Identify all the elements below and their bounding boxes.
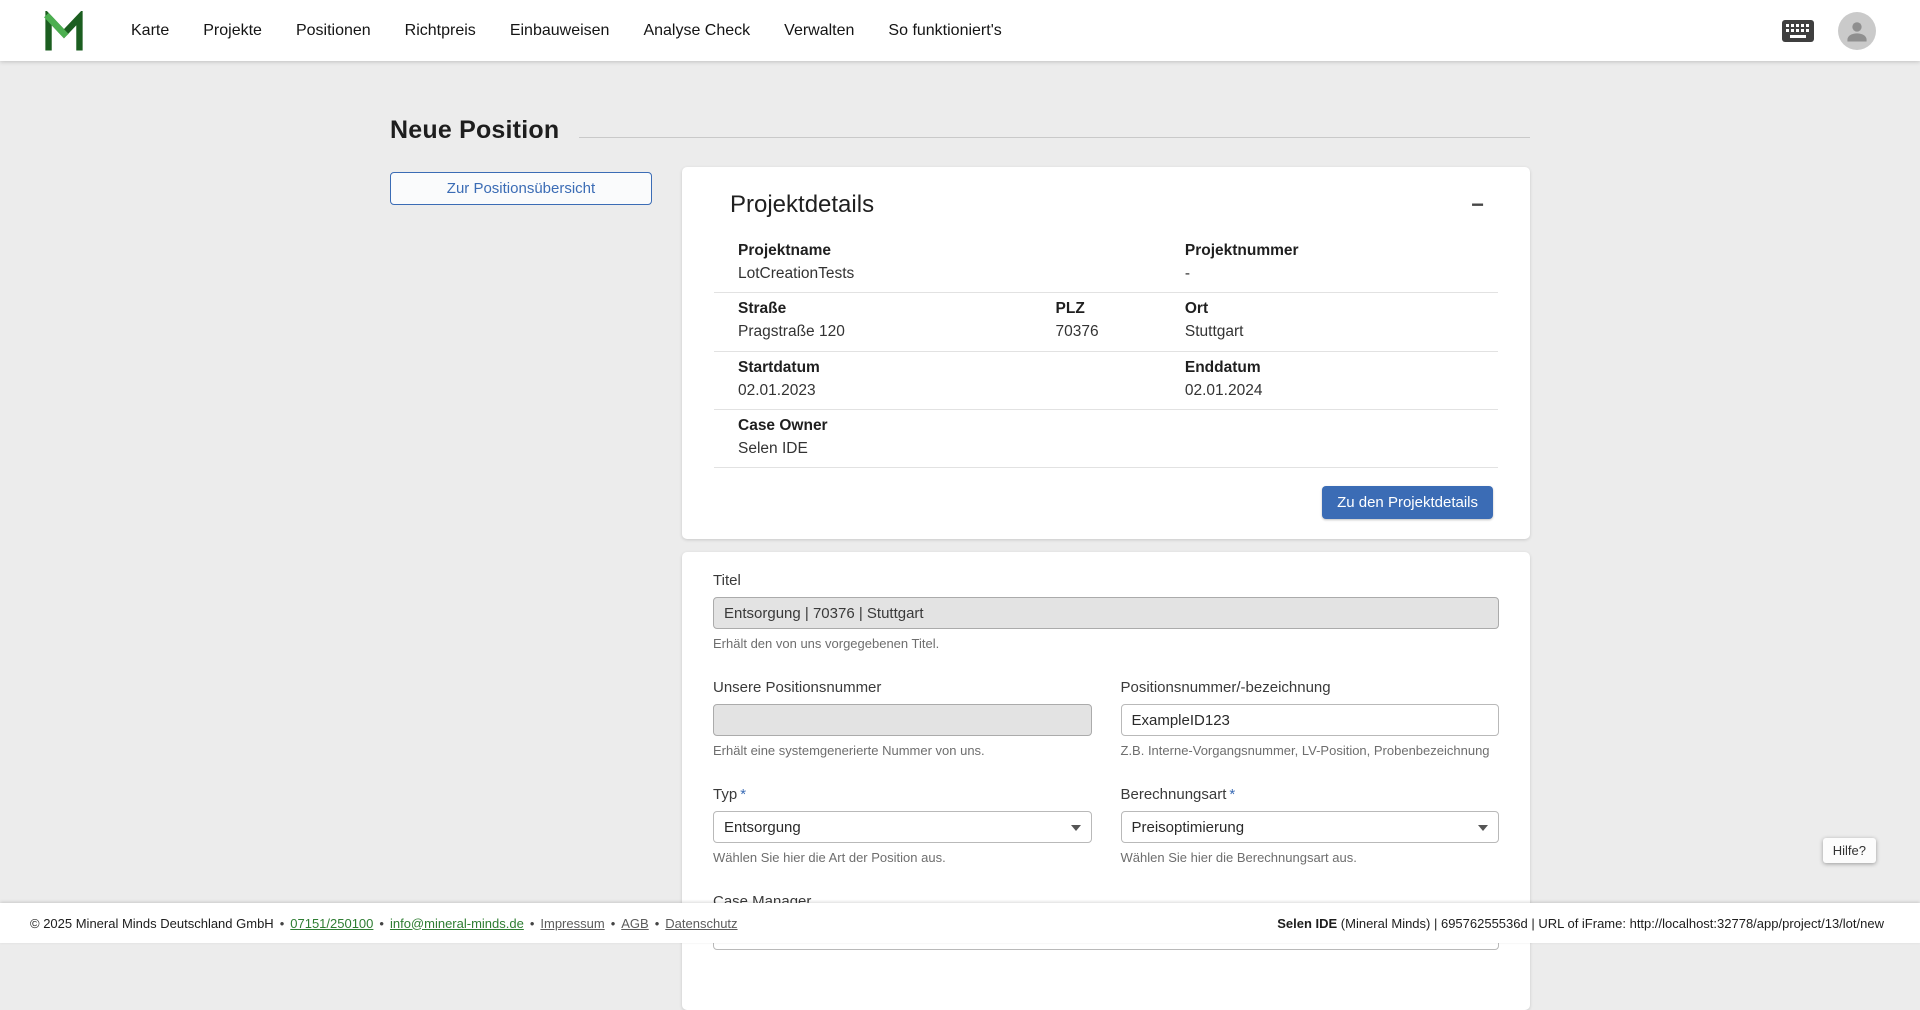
positionsnummer-helper: Z.B. Interne-Vorgangsnummer, LV-Position… [1121, 743, 1500, 758]
unsere-positionsnummer-helper: Erhält eine systemgenerierte Nummer von … [713, 743, 1092, 758]
nav-karte[interactable]: Karte [114, 0, 186, 61]
startdatum-label: Startdatum [738, 358, 1153, 378]
required-asterisk: * [1229, 786, 1235, 803]
separator: • [655, 916, 660, 931]
user-avatar[interactable] [1838, 12, 1876, 50]
footer: © 2025 Mineral Minds Deutschland GmbH • … [0, 903, 1920, 943]
main-content: Neue Position Zur Positionsübersicht Pro… [0, 61, 1920, 1010]
positionsnummer-input[interactable] [1121, 704, 1500, 736]
unsere-positionsnummer-label: Unsere Positionsnummer [713, 679, 1092, 696]
session-info: Selen IDE (Mineral Minds) | 69576255536d… [1277, 916, 1884, 931]
right-column: Projektdetails − Projektname LotCreation… [682, 167, 1530, 1010]
titel-input [713, 597, 1499, 629]
nav-projekte[interactable]: Projekte [186, 0, 279, 61]
chevron-down-icon [1478, 825, 1488, 831]
projektname-cell: Projektname LotCreationTests [714, 235, 1161, 292]
plz-label: PLZ [1056, 299, 1153, 319]
unsere-positionsnummer-input [713, 704, 1092, 736]
strasse-label: Straße [738, 299, 1024, 319]
mineral-minds-logo-icon [44, 11, 84, 51]
typ-helper: Wählen Sie hier die Art der Position aus… [713, 850, 1092, 865]
case-owner-cell: Case Owner Selen IDE [714, 410, 1498, 467]
nav-einbauweisen[interactable]: Einbauweisen [493, 0, 627, 61]
unsere-positionsnummer-group: Unsere Positionsnummer Erhält eine syste… [713, 679, 1092, 758]
typ-select-value: Entsorgung [724, 819, 801, 836]
typ-group: Typ* Entsorgung Wählen Sie hier die Art … [713, 786, 1092, 865]
typ-select[interactable]: Entsorgung [713, 811, 1092, 843]
person-icon [1843, 17, 1871, 45]
berechnungsart-group: Berechnungsart* Preisoptimierung Wählen … [1121, 786, 1500, 865]
nav-analyse-check[interactable]: Analyse Check [626, 0, 767, 61]
projektname-value: LotCreationTests [738, 264, 1153, 284]
main-navigation: Karte Projekte Positionen Richtpreis Ein… [114, 0, 1019, 61]
nav-positionen[interactable]: Positionen [279, 0, 388, 61]
navbar-right [1782, 12, 1876, 50]
agb-link[interactable]: AGB [621, 916, 648, 931]
berechnungsart-label: Berechnungsart* [1121, 786, 1500, 803]
plz-value: 70376 [1056, 322, 1153, 342]
berechnungsart-select[interactable]: Preisoptimierung [1121, 811, 1500, 843]
nav-verwalten[interactable]: Verwalten [767, 0, 871, 61]
title-divider [579, 137, 1530, 138]
footer-left: © 2025 Mineral Minds Deutschland GmbH • … [30, 916, 738, 931]
enddatum-value: 02.01.2024 [1185, 381, 1490, 401]
positionsnummer-label: Positionsnummer/-bezeichnung [1121, 679, 1500, 696]
copyright-text: © 2025 Mineral Minds Deutschland GmbH [30, 916, 274, 931]
table-row: Startdatum 02.01.2023 Enddatum 02.01.202… [714, 352, 1498, 410]
separator: • [379, 916, 384, 931]
project-details-table: Projektname LotCreationTests Projektnumm… [714, 235, 1498, 468]
session-meta: (Mineral Minds) | 69576255536d | URL of … [1337, 916, 1884, 931]
table-row: Projektname LotCreationTests Projektnumm… [714, 235, 1498, 293]
page-header: Neue Position [390, 61, 1530, 145]
positionsnummer-group: Positionsnummer/-bezeichnung Z.B. Intern… [1121, 679, 1500, 758]
case-owner-label: Case Owner [738, 416, 1490, 436]
separator: • [530, 916, 535, 931]
ort-cell: Ort Stuttgart [1161, 293, 1498, 350]
ort-value: Stuttgart [1185, 322, 1490, 342]
table-row: Case Owner Selen IDE [714, 410, 1498, 468]
brand-logo[interactable] [44, 11, 84, 51]
phone-link[interactable]: 07151/250100 [290, 916, 373, 931]
typ-label: Typ* [713, 786, 1092, 803]
page-title: Neue Position [390, 116, 559, 145]
top-navbar: Karte Projekte Positionen Richtpreis Ein… [0, 0, 1920, 61]
keyboard-icon[interactable] [1782, 20, 1814, 42]
datenschutz-link[interactable]: Datenschutz [665, 916, 737, 931]
separator: • [280, 916, 285, 931]
projektnummer-label: Projektnummer [1185, 241, 1490, 261]
nav-richtpreis[interactable]: Richtpreis [388, 0, 493, 61]
enddatum-cell: Enddatum 02.01.2024 [1161, 352, 1498, 409]
project-details-title: Projektdetails [730, 191, 874, 219]
projektnummer-cell: Projektnummer - [1161, 235, 1498, 292]
titel-label: Titel [713, 572, 1499, 589]
left-column: Zur Positionsübersicht [390, 167, 652, 205]
berechnungsart-helper: Wählen Sie hier die Berechnungsart aus. [1121, 850, 1500, 865]
titel-helper: Erhält den von uns vorgegebenen Titel. [713, 636, 1499, 651]
projektnummer-value: - [1185, 264, 1490, 284]
strasse-value: Pragstraße 120 [738, 322, 1024, 342]
email-link[interactable]: info@mineral-minds.de [390, 916, 524, 931]
case-owner-value: Selen IDE [738, 439, 1490, 459]
help-button[interactable]: Hilfe? [1823, 838, 1876, 863]
titel-group: Titel Erhält den von uns vorgegebenen Ti… [713, 572, 1499, 651]
ort-label: Ort [1185, 299, 1490, 319]
table-row: Straße Pragstraße 120 PLZ 70376 Ort Stut… [714, 293, 1498, 351]
startdatum-value: 02.01.2023 [738, 381, 1153, 401]
impressum-link[interactable]: Impressum [540, 916, 604, 931]
project-details-card: Projektdetails − Projektname LotCreation… [682, 167, 1530, 539]
chevron-down-icon [1071, 825, 1081, 831]
separator: • [611, 916, 616, 931]
collapse-button[interactable]: − [1463, 192, 1492, 218]
session-user: Selen IDE [1277, 916, 1337, 931]
enddatum-label: Enddatum [1185, 358, 1490, 378]
back-to-positions-button[interactable]: Zur Positionsübersicht [390, 172, 652, 205]
required-asterisk: * [740, 786, 746, 803]
projektname-label: Projektname [738, 241, 1153, 261]
startdatum-cell: Startdatum 02.01.2023 [714, 352, 1161, 409]
berechnungsart-select-value: Preisoptimierung [1132, 819, 1245, 836]
strasse-cell: Straße Pragstraße 120 [714, 293, 1032, 350]
plz-cell: PLZ 70376 [1032, 293, 1161, 350]
project-details-link-button[interactable]: Zu den Projektdetails [1322, 486, 1493, 519]
nav-so-funktionierts[interactable]: So funktioniert's [871, 0, 1018, 61]
